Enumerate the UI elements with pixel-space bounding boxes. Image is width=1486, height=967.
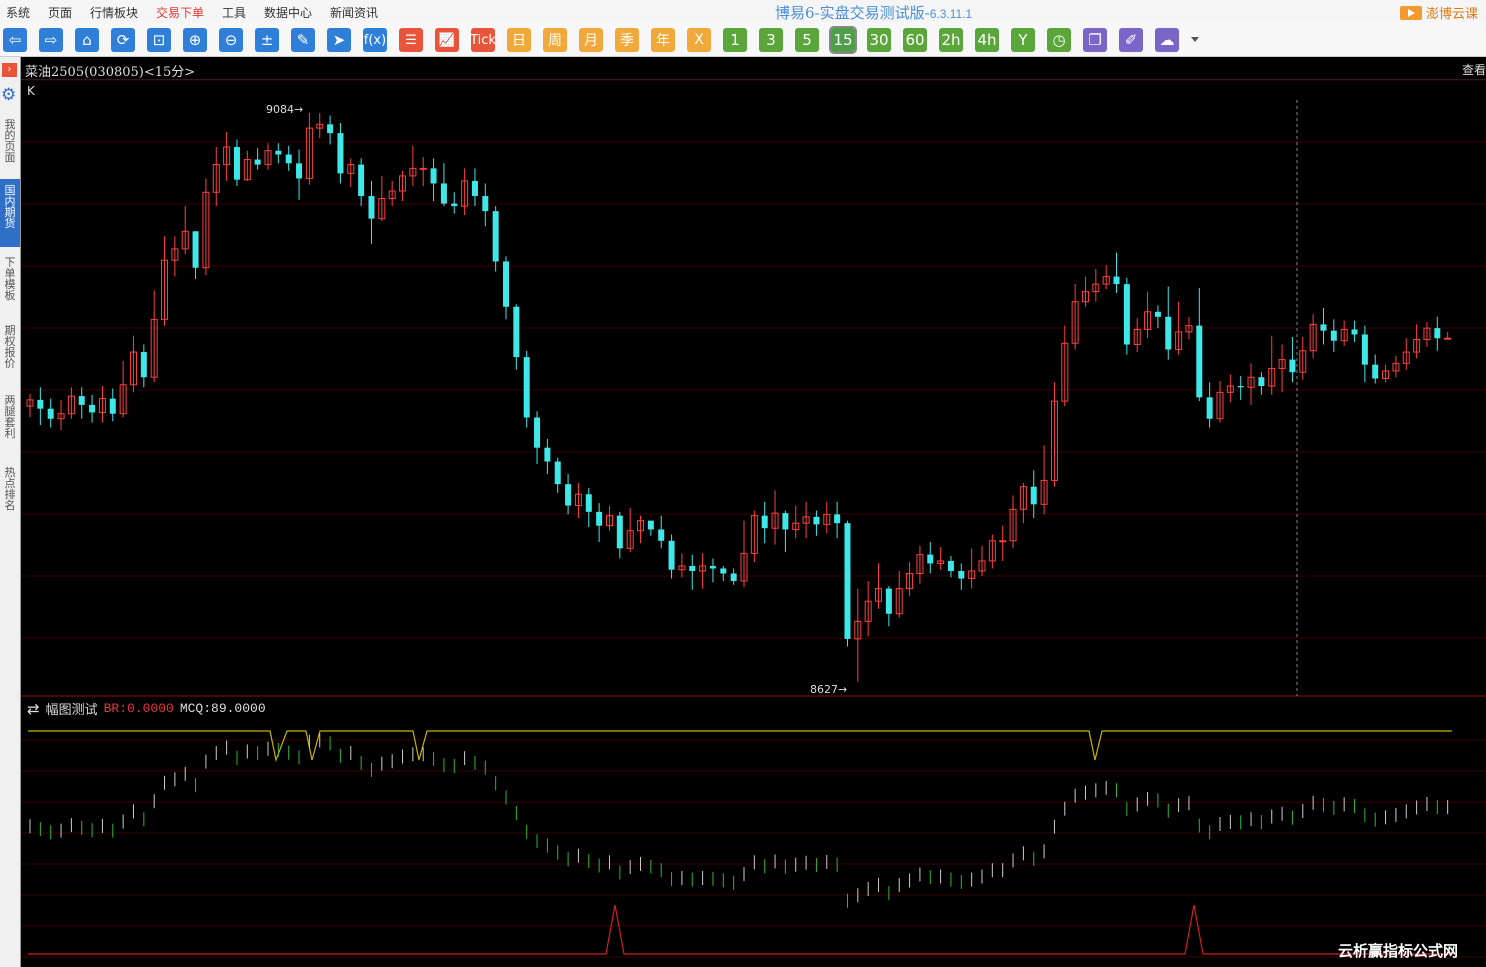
candle-body [296, 163, 303, 179]
candle-body [1361, 334, 1368, 365]
candle-body [337, 133, 344, 174]
candle-body [565, 484, 572, 506]
indicator-yellow-line [28, 730, 1452, 763]
indicator-br-value: BR:0.0000 [103, 701, 174, 716]
candle-body [947, 560, 954, 571]
candle-body [1258, 377, 1265, 387]
candle-body [503, 261, 509, 307]
candle-body [1434, 328, 1441, 339]
candle-body [885, 588, 892, 614]
candle-body [440, 183, 447, 204]
candle-body [368, 196, 375, 219]
candle-body [616, 515, 623, 549]
candle-body [523, 357, 530, 418]
candle-body [140, 352, 147, 378]
candle-body [1351, 329, 1358, 335]
candle-body [1196, 325, 1203, 398]
indicator-name: 幅图测试 [45, 703, 98, 718]
candle-body [1289, 359, 1296, 373]
candle-body [482, 196, 489, 212]
candle-body [1444, 337, 1452, 340]
candle-body [844, 523, 851, 639]
candle-body [47, 408, 54, 419]
candle-body [658, 529, 665, 541]
candle-body [782, 513, 789, 530]
main-chart-label: K [27, 84, 35, 98]
candle-body [730, 573, 737, 582]
chart-canvas[interactable]: 9084→ 8627→ [0, 0, 1486, 967]
candle-body [927, 554, 934, 564]
candle-body [1154, 311, 1161, 317]
candle-body [192, 231, 199, 268]
candle-body [544, 447, 551, 462]
candle-body [534, 417, 541, 448]
candle-body [358, 164, 365, 197]
candle-body [834, 514, 841, 524]
candle-body [720, 568, 727, 574]
high-label: 9084→ [266, 103, 303, 116]
candle-body [419, 167, 427, 170]
watermark: 云析赢指标公式网 [1338, 942, 1459, 960]
candle-body [761, 515, 768, 529]
candle-body [275, 150, 282, 155]
candle-body [285, 154, 292, 164]
candle-body [1206, 397, 1213, 419]
candle-body [647, 520, 654, 530]
candle-body [492, 211, 499, 262]
candle-body [689, 565, 696, 571]
candle-body [668, 540, 675, 570]
candle-body [999, 540, 1007, 543]
candle-body [585, 494, 592, 512]
candle-body [596, 511, 603, 526]
candle-body [233, 146, 240, 180]
main-chart-area [21, 80, 1486, 696]
indicator-header: ⇄ 幅图测试 BR:0.0000 MCQ:89.0000 [27, 699, 266, 719]
candle-body [430, 168, 437, 184]
candle-body [958, 570, 965, 579]
candle-body [471, 180, 478, 197]
candle-body [254, 159, 261, 165]
indicator-mcq-value: MCQ:89.0000 [179, 701, 266, 716]
candle-body [78, 396, 85, 405]
candle-body [89, 404, 96, 413]
indicator-red-line [28, 904, 1452, 955]
candle-body [1123, 284, 1130, 345]
candle-body [554, 461, 561, 485]
candle-body [1320, 324, 1327, 331]
candle-body [327, 124, 334, 134]
candle-body [1330, 330, 1337, 341]
candle-body [451, 203, 458, 207]
candle-body [513, 306, 520, 358]
swap-icon[interactable]: ⇄ [27, 700, 40, 718]
candle-body [1165, 316, 1172, 350]
low-label: 8627→ [810, 683, 847, 696]
candle-body [1237, 386, 1244, 388]
candle-body [1030, 486, 1037, 505]
candle-body [813, 516, 820, 525]
candle-body [1113, 276, 1120, 285]
candle-body [109, 398, 116, 414]
candle-body [709, 565, 716, 569]
candle-body [37, 399, 44, 409]
candle-body [1372, 364, 1379, 379]
